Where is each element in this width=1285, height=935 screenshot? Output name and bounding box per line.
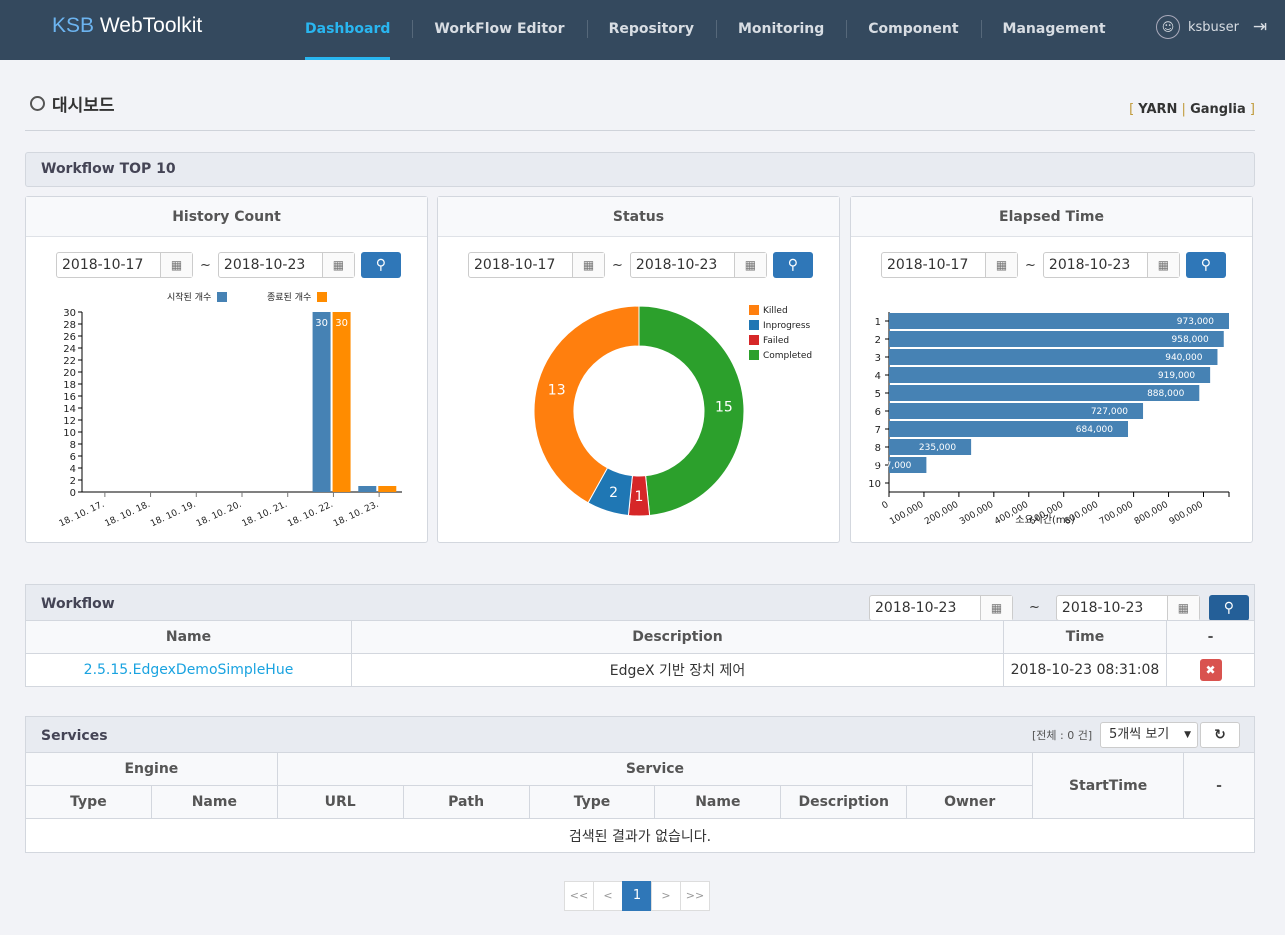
column-header: Name bbox=[150, 785, 278, 819]
nav-tab-monitoring[interactable]: Monitoring bbox=[715, 0, 846, 60]
user-icon[interactable]: ☺ bbox=[1156, 15, 1180, 39]
date-range: 2018-10-17 ▦ ~ 2018-10-23 ▦ ⚲ bbox=[56, 252, 401, 278]
from-date-input[interactable]: 2018-10-17 ▦ bbox=[881, 252, 1018, 278]
calendar-icon[interactable]: ▦ bbox=[321, 253, 354, 277]
search-button[interactable]: ⚲ bbox=[360, 252, 401, 278]
next-page-button[interactable]: > bbox=[651, 881, 681, 911]
yarn-link[interactable]: YARN bbox=[1138, 102, 1177, 117]
from-date-input[interactable]: 2018-10-17 ▦ bbox=[468, 252, 605, 278]
services-section-header: Services [전체 : 0 건] 5개씩 보기 ▼ ↻ bbox=[25, 716, 1255, 753]
date-range: 2018-10-17 ▦ ~ 2018-10-23 ▦ ⚲ bbox=[881, 252, 1226, 278]
panel-title: Status bbox=[438, 197, 839, 237]
top10-section-header: Workflow TOP 10 bbox=[25, 152, 1255, 187]
pagination: << < 1 > >> bbox=[564, 881, 710, 911]
divider bbox=[25, 130, 1255, 131]
to-date-input[interactable]: 2018-10-23 ▦ bbox=[1055, 595, 1200, 621]
table-header: Name Description Time - bbox=[25, 620, 1255, 654]
search-button[interactable]: ⚲ bbox=[772, 252, 813, 278]
nav-tab-dashboard[interactable]: Dashboard bbox=[283, 0, 412, 60]
top-header: KSB WebToolkit Dashboard WorkFlow Editor R… bbox=[0, 0, 1285, 60]
panel-title: History Count bbox=[26, 197, 427, 237]
refresh-icon: ↻ bbox=[1214, 727, 1226, 743]
calendar-icon[interactable]: ▦ bbox=[160, 253, 192, 277]
date-range: 2018-10-17 ▦ ~ 2018-10-23 ▦ ⚲ bbox=[468, 252, 813, 278]
column-header: Path bbox=[402, 785, 530, 819]
external-links: [ YARN | Ganglia ] bbox=[1129, 102, 1255, 117]
services-table: Engine Service StartTime - Type Name URL Pa… bbox=[25, 752, 1255, 853]
calendar-icon[interactable]: ▦ bbox=[572, 253, 604, 277]
calendar-icon[interactable]: ▦ bbox=[733, 253, 766, 277]
from-date-input[interactable]: 2018-10-17 ▦ bbox=[56, 252, 193, 278]
status-panel: Status 2018-10-17 ▦ ~ 2018-10-23 ▦ ⚲ bbox=[437, 196, 840, 543]
logout-icon[interactable]: ⇥ bbox=[1253, 17, 1267, 37]
nav-tab-component[interactable]: Component bbox=[846, 0, 980, 60]
page-title: 대시보드 bbox=[30, 91, 115, 116]
column-header: Owner bbox=[906, 785, 1034, 819]
search-button[interactable]: ⚲ bbox=[1185, 252, 1226, 278]
from-date-input[interactable]: 2018-10-23 ▦ bbox=[869, 595, 1013, 621]
refresh-button[interactable]: ↻ bbox=[1200, 722, 1240, 748]
nav-tab-repository[interactable]: Repository bbox=[586, 0, 716, 60]
to-date-input[interactable]: 2018-10-23 ▦ bbox=[1042, 252, 1180, 278]
column-header: Type bbox=[528, 785, 656, 819]
search-icon: ⚲ bbox=[787, 257, 799, 273]
empty-row: 검색된 결과가 없습니다. bbox=[25, 818, 1255, 853]
ganglia-link[interactable]: Ganglia bbox=[1190, 102, 1246, 117]
column-header: Type bbox=[25, 785, 152, 819]
column-header: Description bbox=[780, 785, 908, 819]
main-nav: Dashboard WorkFlow Editor Repository Monito… bbox=[283, 0, 1128, 60]
to-date-input[interactable]: 2018-10-23 ▦ bbox=[629, 252, 767, 278]
nav-tab-workflow-editor[interactable]: WorkFlow Editor bbox=[412, 0, 586, 60]
calendar-icon[interactable]: ▦ bbox=[980, 596, 1012, 620]
to-date-input[interactable]: 2018-10-23 ▦ bbox=[217, 252, 355, 278]
total-count: [전체 : 0 건] bbox=[1032, 729, 1093, 742]
dropdown-arrow-icon: ▼ bbox=[1184, 730, 1191, 740]
history-count-panel: History Count 2018-10-17 ▦ ~ 2018-10-23 ▦ … bbox=[25, 196, 428, 543]
panel-title: Elapsed Time bbox=[851, 197, 1252, 237]
prev-page-button[interactable]: < bbox=[593, 881, 623, 911]
table-row: 2.5.15.EdgexDemoSimpleHue EdgeX 기반 장치 제어… bbox=[25, 653, 1255, 687]
workflow-section-header: Workflow 2018-10-23 ▦ ~ 2018-10-23 ▦ ⚲ bbox=[25, 584, 1255, 621]
page-size-select[interactable]: 5개씩 보기 ▼ bbox=[1100, 722, 1198, 748]
page-1-button[interactable]: 1 bbox=[622, 881, 652, 911]
logo[interactable]: KSB WebToolkit bbox=[52, 14, 202, 38]
calendar-icon[interactable]: ▦ bbox=[1146, 253, 1179, 277]
workflow-table: Name Description Time - 2.5.15.EdgexDemo… bbox=[25, 620, 1255, 687]
user-menu: ☺ ksbuser ⇥ bbox=[1156, 15, 1267, 39]
search-button[interactable]: ⚲ bbox=[1208, 595, 1249, 621]
calendar-icon[interactable]: ▦ bbox=[985, 253, 1017, 277]
nav-tab-management[interactable]: Management bbox=[980, 0, 1128, 60]
first-page-button[interactable]: << bbox=[564, 881, 594, 911]
workflow-name-link[interactable]: 2.5.15.EdgexDemoSimpleHue bbox=[25, 653, 352, 687]
dashboard-icon bbox=[30, 96, 45, 111]
username[interactable]: ksbuser bbox=[1188, 20, 1239, 35]
last-page-button[interactable]: >> bbox=[680, 881, 710, 911]
search-icon: ⚲ bbox=[375, 257, 387, 273]
calendar-icon[interactable]: ▦ bbox=[1166, 596, 1199, 620]
column-header: URL bbox=[276, 785, 404, 819]
elapsed-time-panel: Elapsed Time 2018-10-17 ▦ ~ 2018-10-23 ▦ ⚲ bbox=[850, 196, 1253, 543]
delete-button[interactable]: ✖ bbox=[1199, 659, 1222, 681]
column-header: Name bbox=[654, 785, 782, 819]
search-icon: ⚲ bbox=[1200, 257, 1212, 273]
